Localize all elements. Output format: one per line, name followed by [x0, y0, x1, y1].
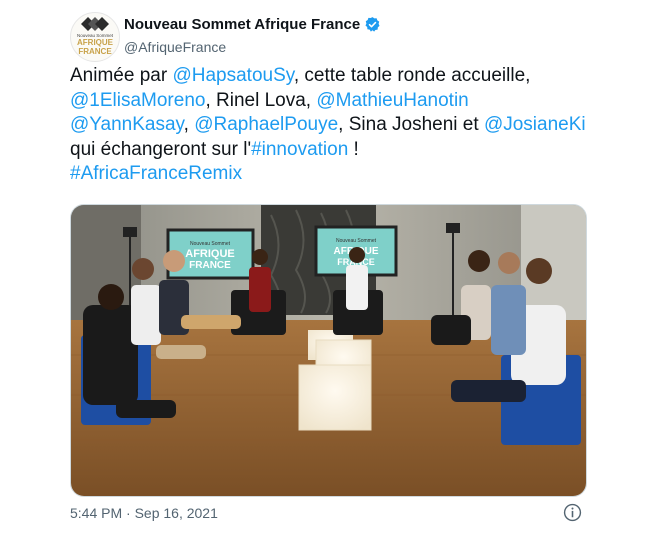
tweet-photo[interactable]: Nouveau Sommet AFRIQUE FRANCE Nouveau So… [70, 204, 587, 497]
tweet-text-segment: , [183, 114, 195, 135]
mention-link[interactable]: @1ElisaMoreno [70, 90, 205, 111]
handle[interactable]: @AfriqueFrance [124, 39, 226, 55]
name-row: Nouveau Sommet Afrique France [124, 16, 381, 33]
mention-link[interactable]: @JosianeKi [484, 114, 586, 135]
info-icon[interactable] [563, 503, 582, 522]
panel-discussion-photo: Nouveau Sommet AFRIQUE FRANCE Nouveau So… [71, 205, 586, 496]
screen-left-line-1: Nouveau Sommet [190, 241, 231, 247]
verified-badge-icon [365, 17, 380, 32]
avatar[interactable]: Nouveau Sommet AFRIQUE FRANCE [70, 12, 120, 62]
tweet-text-segment: , Rinel Lova, [205, 89, 317, 111]
tweet-text-segment: qui échangeront sur l' [70, 138, 252, 160]
hashtag-link[interactable]: #AfricaFranceRemix [70, 163, 242, 184]
screen-left-line-3: FRANCE [189, 260, 231, 271]
display-name[interactable]: Nouveau Sommet Afrique France [124, 16, 360, 33]
tweet-card: Nouveau Sommet AFRIQUE FRANCE Nouveau So… [0, 0, 668, 534]
screen-left-line-2: AFRIQUE [185, 248, 235, 260]
mention-link[interactable]: @RaphaelPouye [194, 114, 338, 135]
tweet-timestamp[interactable]: 5:44 PM · Sep 16, 2021 [70, 505, 218, 521]
tweet-text-segment: , cette table ronde accueille, [293, 65, 531, 86]
screen-right-line-1: Nouveau Sommet [336, 238, 377, 244]
tweet-text-segment: , Sina Josheni et [338, 114, 484, 135]
tweet-header: Nouveau Sommet AFRIQUE FRANCE Nouveau So… [70, 10, 630, 62]
avatar-logo-icon: Nouveau Sommet AFRIQUE FRANCE [77, 17, 114, 56]
mention-link[interactable]: @MathieuHanotin [316, 90, 468, 111]
mention-link[interactable]: @YannKasay [70, 114, 184, 135]
avatar-line-3: FRANCE [78, 47, 112, 56]
hashtag-link[interactable]: #innovation [251, 139, 348, 160]
tweet-text: Animée par @HapsatouSy, cette table rond… [70, 64, 630, 187]
mention-link[interactable]: @HapsatouSy [172, 65, 293, 86]
tweet-text-segment: Animée par [70, 65, 173, 86]
avatar-line-2: AFRIQUE [77, 38, 114, 47]
tweet-text-segment: ! [348, 138, 359, 160]
